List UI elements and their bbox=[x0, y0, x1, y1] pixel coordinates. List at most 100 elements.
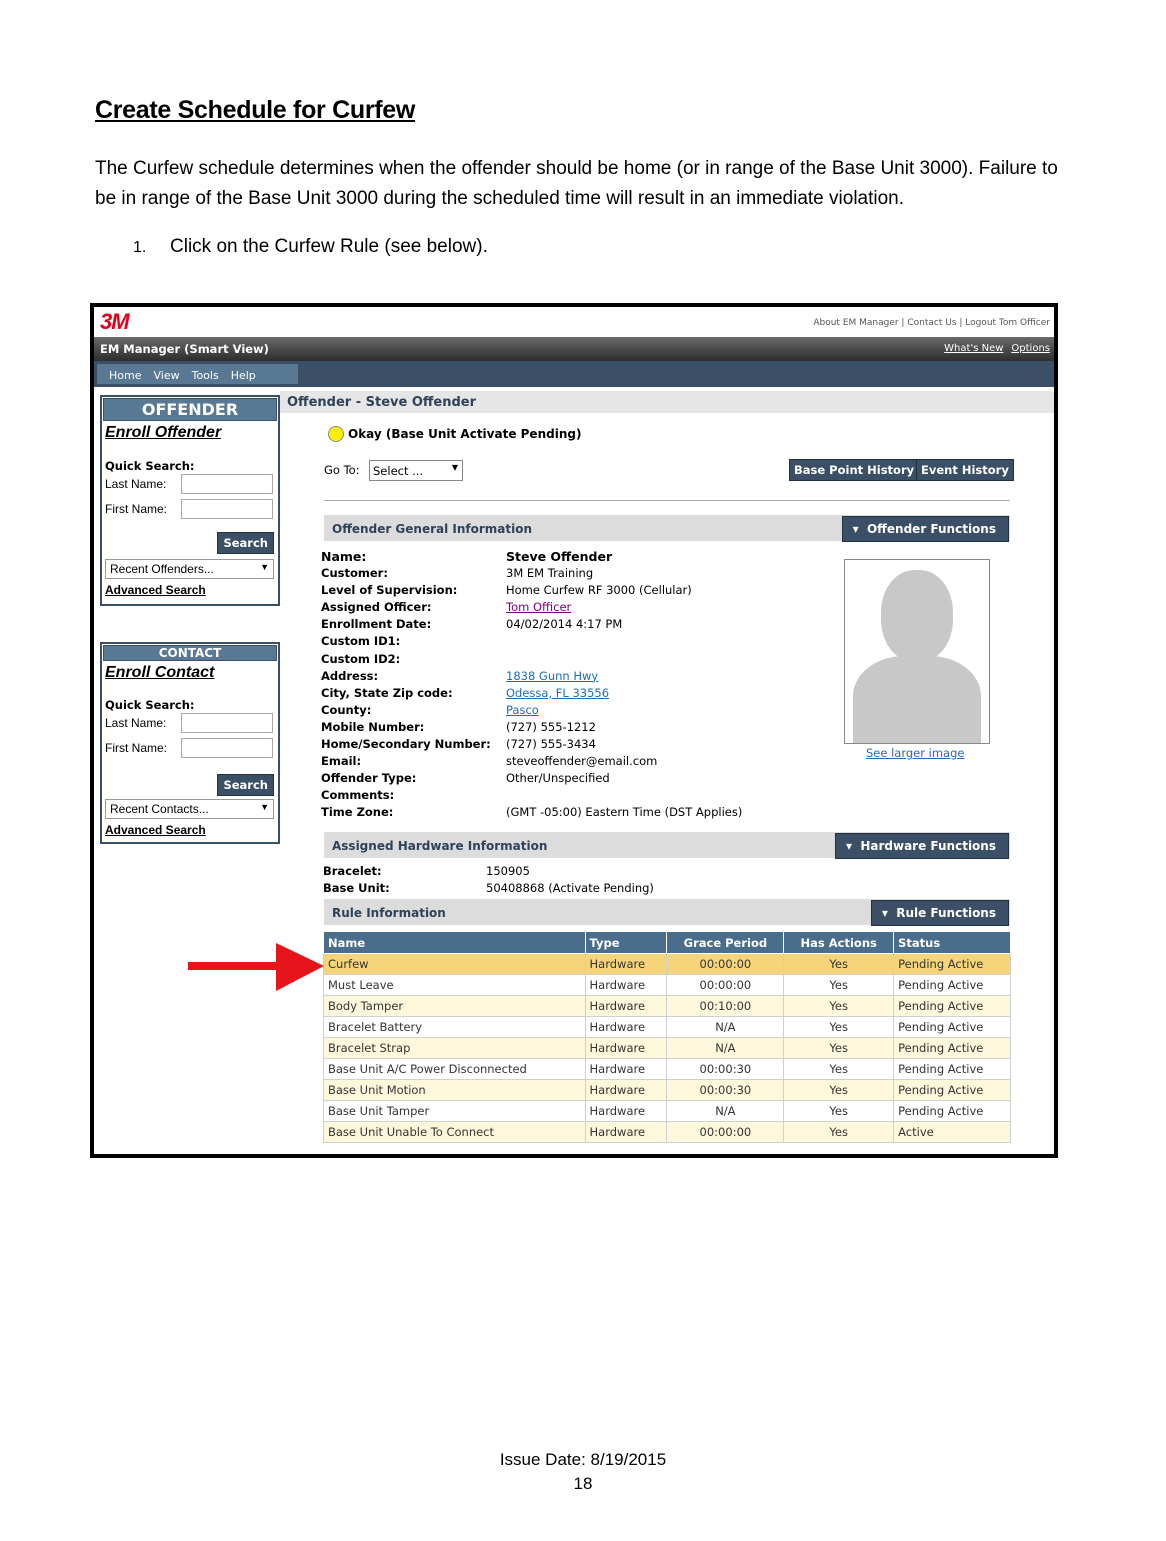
step-1: 1. Click on the Curfew Rule (see below). bbox=[133, 236, 488, 258]
rule-name[interactable]: Base Unit A/C Power Disconnected bbox=[323, 1058, 586, 1080]
hardware-functions-button[interactable]: ▾ Hardware Functions bbox=[834, 833, 1009, 859]
rule-name[interactable]: Base Unit Unable To Connect bbox=[323, 1121, 586, 1143]
enroll-contact-link[interactable]: Enroll Contact bbox=[102, 662, 278, 684]
goto-label: Go To: bbox=[324, 463, 360, 477]
email-value: steveoffender@email.com bbox=[506, 754, 658, 769]
field-label: Comments: bbox=[321, 788, 395, 803]
rule-actions: Yes bbox=[783, 1016, 895, 1038]
rule-grace: 00:00:00 bbox=[666, 974, 785, 996]
last-name-input[interactable] bbox=[181, 474, 273, 494]
base-point-history-button[interactable]: Base Point History bbox=[789, 459, 920, 481]
last-name-label: Last Name: bbox=[105, 716, 167, 730]
address-link[interactable]: 1838 Gunn Hwy bbox=[506, 668, 742, 685]
col-status[interactable]: Status bbox=[893, 931, 1011, 954]
county-link[interactable]: Pasco bbox=[506, 702, 742, 719]
offender-functions-button[interactable]: ▾ Offender Functions bbox=[841, 516, 1009, 542]
contact-advanced-search-link[interactable]: Advanced Search bbox=[105, 823, 206, 837]
footer-date: Issue Date: 8/19/2015 bbox=[499, 1450, 667, 1469]
first-name-label: First Name: bbox=[105, 741, 168, 755]
mobile-number-value: (727) 555-1212 bbox=[506, 719, 596, 734]
field-label: Level of Supervision: bbox=[321, 583, 458, 598]
see-larger-image-link[interactable]: See larger image bbox=[866, 746, 964, 760]
col-grace-period[interactable]: Grace Period bbox=[666, 931, 785, 954]
rule-grace: N/A bbox=[666, 1016, 785, 1038]
city-state-zip-link[interactable]: Odessa, FL 33556 bbox=[506, 685, 742, 702]
bracelet-value: 150905 bbox=[486, 864, 530, 878]
rule-grace: N/A bbox=[666, 1100, 785, 1122]
rule-name[interactable]: Body Tamper bbox=[323, 995, 586, 1017]
chevron-down-icon: ▼ bbox=[260, 802, 269, 812]
rule-name[interactable]: Base Unit Motion bbox=[323, 1079, 586, 1101]
recent-offenders-select[interactable]: Recent Offenders... ▼ bbox=[105, 559, 274, 579]
quick-search-label: Quick Search: bbox=[105, 459, 195, 473]
field-label: Mobile Number: bbox=[321, 719, 425, 734]
table-row[interactable]: Base Unit A/C Power Disconnected Hardware… bbox=[323, 1058, 1011, 1080]
table-row[interactable]: Bracelet Strap Hardware N/A Yes Pending Acti… bbox=[323, 1037, 1011, 1059]
offender-info-keys: Name: Customer: Level of Supervision: As… bbox=[321, 548, 491, 822]
rule-status: Pending Active bbox=[893, 974, 1011, 996]
enroll-offender-link[interactable]: Enroll Offender bbox=[102, 422, 278, 444]
rule-functions-label: Rule Functions bbox=[896, 906, 996, 920]
field-label: Email: bbox=[321, 754, 362, 769]
base-unit-label: Base Unit: bbox=[323, 881, 390, 896]
table-row[interactable]: Bracelet Battery Hardware N/A Yes Pending Ac… bbox=[323, 1016, 1011, 1038]
col-type[interactable]: Type bbox=[584, 931, 668, 954]
assigned-officer-link[interactable]: Tom Officer bbox=[506, 599, 742, 616]
app-links: What's New Options bbox=[936, 343, 1050, 354]
contact-search-button[interactable]: Search bbox=[217, 774, 274, 796]
rule-actions: Yes bbox=[783, 995, 895, 1017]
field-label: Name: bbox=[321, 549, 367, 564]
goto-select[interactable]: Select ... ▼ bbox=[369, 460, 463, 481]
table-row[interactable]: Body Tamper Hardware 00:10:00 Yes Pending Ac… bbox=[323, 995, 1011, 1017]
offender-search-button[interactable]: Search bbox=[217, 532, 274, 554]
offender-header: Offender - Steve Offender bbox=[280, 391, 1054, 413]
rule-name[interactable]: Must Leave bbox=[323, 974, 586, 996]
table-row[interactable]: Base Unit Tamper Hardware N/A Yes Pending Ac… bbox=[323, 1100, 1011, 1122]
hardware-values: 150905 50408868 (Activate Pending) bbox=[486, 863, 654, 897]
step-text: Click on the Curfew Rule (see below). bbox=[170, 236, 488, 257]
menu-home[interactable]: Home bbox=[97, 365, 141, 382]
rule-functions-button[interactable]: ▾ Rule Functions bbox=[870, 900, 1009, 926]
table-row[interactable]: Curfew Hardware 00:00:00 Yes Pending Active bbox=[323, 953, 1011, 975]
rule-name[interactable]: Base Unit Tamper bbox=[323, 1100, 586, 1122]
rule-actions: Yes bbox=[783, 953, 895, 975]
rule-grace: 00:00:30 bbox=[666, 1058, 785, 1080]
rule-actions: Yes bbox=[783, 1058, 895, 1080]
recent-contacts-select[interactable]: Recent Contacts... ▼ bbox=[105, 799, 274, 819]
field-label: Custom ID1: bbox=[321, 634, 401, 649]
contact-last-name-input[interactable] bbox=[181, 713, 273, 733]
rule-name[interactable]: Bracelet Strap bbox=[323, 1037, 586, 1059]
menu-view[interactable]: View bbox=[141, 365, 179, 382]
rule-status: Pending Active bbox=[893, 1100, 1011, 1122]
contact-first-name-input[interactable] bbox=[181, 738, 273, 758]
field-label: Home/Secondary Number: bbox=[321, 737, 491, 752]
top-links[interactable]: About EM Manager | Contact Us | Logout T… bbox=[813, 318, 1050, 328]
table-row[interactable]: Base Unit Unable To Connect Hardware 00:00… bbox=[323, 1121, 1011, 1143]
rule-status: Pending Active bbox=[893, 995, 1011, 1017]
table-row[interactable]: Must Leave Hardware 00:00:00 Yes Pending Act… bbox=[323, 974, 1011, 996]
menu-bar: Home View Tools Help bbox=[94, 361, 1054, 387]
chevron-down-icon: ▼ bbox=[451, 463, 458, 472]
whats-new-link[interactable]: What's New bbox=[944, 343, 1003, 354]
rule-name[interactable]: Bracelet Battery bbox=[323, 1016, 586, 1038]
offender-advanced-search-link[interactable]: Advanced Search bbox=[105, 583, 206, 597]
menu-help[interactable]: Help bbox=[219, 365, 256, 382]
first-name-input[interactable] bbox=[181, 499, 273, 519]
event-history-button[interactable]: Event History bbox=[916, 459, 1014, 481]
customer-value: 3M EM Training bbox=[506, 566, 594, 581]
rule-type: Hardware bbox=[584, 1058, 668, 1080]
menu-tools[interactable]: Tools bbox=[180, 365, 219, 382]
rule-name[interactable]: Curfew bbox=[323, 953, 586, 975]
rule-status: Pending Active bbox=[893, 1058, 1011, 1080]
general-info-title: Offender General Information bbox=[332, 522, 533, 536]
options-link[interactable]: Options bbox=[1011, 343, 1050, 354]
rule-actions: Yes bbox=[783, 1037, 895, 1059]
offender-photo[interactable] bbox=[844, 559, 990, 744]
last-name-label: Last Name: bbox=[105, 477, 167, 491]
quick-search-label: Quick Search: bbox=[105, 698, 195, 712]
rule-title: Rule Information bbox=[332, 906, 446, 920]
table-row[interactable]: Base Unit Motion Hardware 00:00:30 Yes Pendi… bbox=[323, 1079, 1011, 1101]
col-has-actions[interactable]: Has Actions bbox=[783, 931, 895, 954]
red-arrow-icon bbox=[188, 943, 324, 991]
col-name[interactable]: Name bbox=[323, 931, 586, 954]
